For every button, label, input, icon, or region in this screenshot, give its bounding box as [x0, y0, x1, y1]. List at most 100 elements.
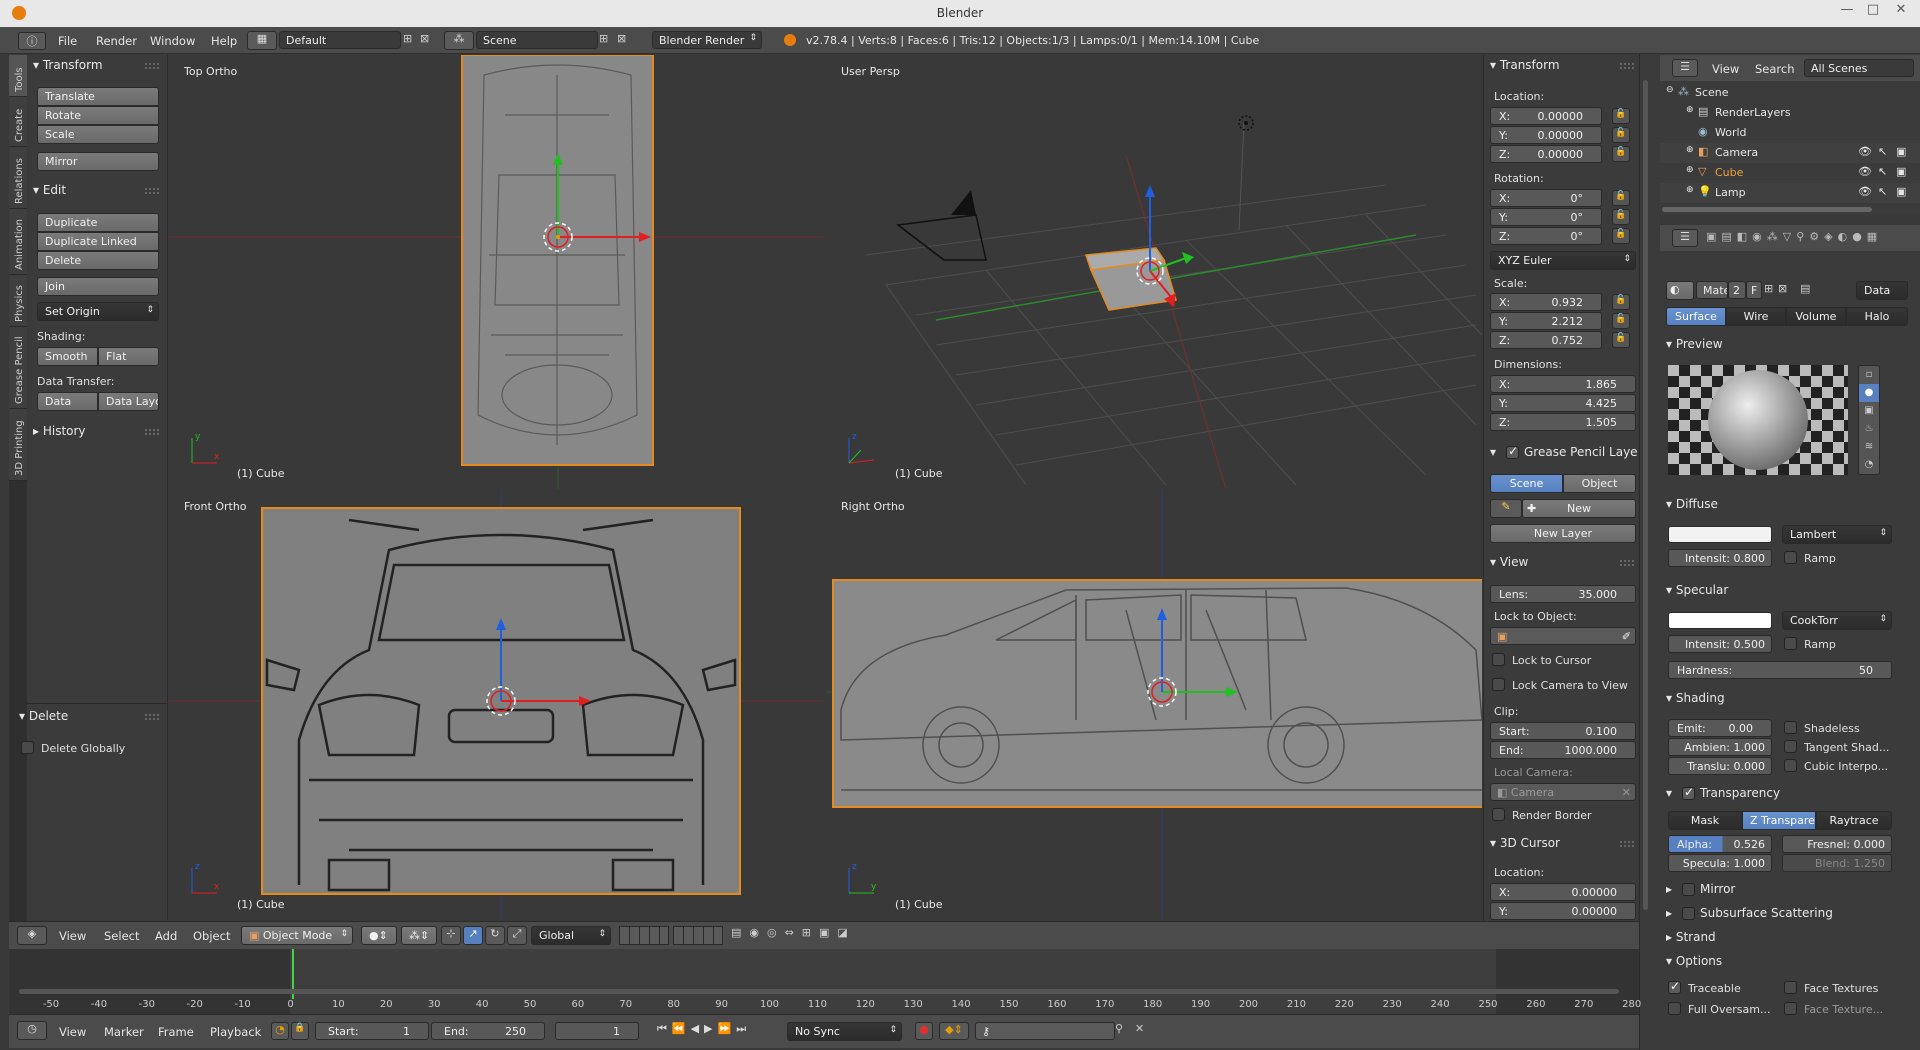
transparency-checkbox[interactable] — [1682, 785, 1695, 800]
render-border-checkbox[interactable] — [1492, 808, 1505, 821]
emit-field[interactable]: Emit: 0.00 — [1668, 719, 1772, 737]
viewport-top-ortho[interactable]: yx Top Ortho (1) Cube — [169, 55, 824, 489]
data-link-dropdown[interactable]: Data — [1856, 281, 1908, 300]
outliner-filter-dropdown[interactable]: All Scenes — [1804, 59, 1914, 77]
delete-button[interactable]: Delete — [37, 251, 159, 270]
scale-manipulator-icon[interactable]: ⤢ — [507, 926, 527, 945]
cubic-interpolation-checkbox[interactable] — [1784, 759, 1797, 772]
sync-dropdown[interactable]: No Sync ⇕ — [787, 1022, 902, 1041]
menu-select[interactable]: Select — [104, 929, 139, 943]
current-frame-field[interactable]: 1 — [555, 1022, 639, 1040]
strand-header[interactable]: ▸ Strand — [1666, 930, 1716, 944]
lock-icon[interactable]: 🔓 — [1612, 108, 1630, 124]
expand-icon[interactable]: ⊕ — [1686, 165, 1694, 175]
rotate-button[interactable]: Rotate — [37, 106, 159, 125]
3d-view-editor-icon[interactable]: ◈ — [17, 926, 47, 945]
scene-add-icon[interactable]: ⊞ — [599, 32, 608, 45]
menu-add[interactable]: Add — [155, 929, 177, 943]
gp-object-button[interactable]: Object — [1563, 474, 1636, 493]
delete-globally-checkbox[interactable] — [21, 741, 34, 754]
outliner-view-menu[interactable]: View — [1712, 62, 1739, 76]
gp-new-layer-button[interactable]: New Layer — [1490, 524, 1636, 543]
transparency-header[interactable]: ▾ — [1666, 786, 1672, 800]
panel-grip-icon[interactable] — [1620, 841, 1634, 847]
transform-panel-header[interactable]: ▾ Transform — [33, 58, 103, 72]
specular-color-swatch[interactable] — [1668, 612, 1772, 629]
viewport-front-ortho[interactable]: zx Front Ortho (1) Cube — [169, 490, 824, 920]
face-texture-alpha-checkbox[interactable] — [1784, 1002, 1797, 1015]
outliner-scrollbar[interactable] — [1662, 207, 1872, 212]
clip-start-field[interactable]: Start: 0.100 — [1490, 722, 1636, 740]
expand-icon[interactable]: ⊕ — [1686, 145, 1694, 155]
render-engine-dropdown[interactable]: Blender Render ⇕ — [652, 31, 762, 49]
shading-header[interactable]: ▾ Shading — [1666, 691, 1725, 705]
specular-intensity-field[interactable]: Intensit: 0.500 — [1668, 635, 1772, 653]
duplicate-linked-button[interactable]: Duplicate Linked — [37, 232, 159, 251]
lock-range-icon[interactable]: 🔒 — [291, 1022, 309, 1040]
outliner-item-cube[interactable]: ⊕ ▽ Cube 👁 ↖ ▣ — [1660, 163, 1920, 183]
layout-icon[interactable]: ▦ — [247, 31, 277, 50]
visibility-icon[interactable]: 👁 — [1858, 145, 1872, 158]
rotation-y-field[interactable]: Y: 0° — [1490, 208, 1602, 226]
material-name-field[interactable]: Mate — [1696, 281, 1728, 299]
lock-icon[interactable]: 🔓 — [1612, 190, 1630, 206]
operator-panel-header[interactable]: ▾ Delete — [19, 709, 68, 723]
material-users-field[interactable]: 2 — [1728, 281, 1746, 299]
rotate-manipulator-icon[interactable]: ↻ — [485, 926, 505, 945]
translate-manipulator-icon[interactable]: ↗ — [463, 926, 483, 945]
grease-pencil-header[interactable]: ▾ — [1490, 445, 1496, 459]
outliner-item-world[interactable]: ◉ World — [1660, 123, 1920, 143]
outliner-item-lamp[interactable]: ⊕ 💡 Lamp 👁 ↖ ▣ — [1660, 183, 1920, 203]
close-icon[interactable]: ✕ — [1890, 2, 1912, 22]
tab-grease-pencil[interactable]: Grease Pencil — [9, 327, 27, 409]
dimension-z-field[interactable]: Z: 1.505 — [1490, 413, 1636, 431]
transparency-mask-button[interactable]: Mask — [1668, 811, 1742, 830]
gp-new-button[interactable]: ✚ New — [1522, 499, 1636, 518]
lock-icon[interactable]: 🔓 — [1612, 313, 1630, 329]
clear-icon[interactable]: ✕ — [1622, 786, 1631, 799]
expand-icon[interactable]: ⊕ — [1686, 185, 1694, 195]
specular-header[interactable]: ▾ Specular — [1666, 583, 1728, 597]
mirror-checkbox[interactable] — [1682, 883, 1695, 896]
menu-render[interactable]: Render — [96, 34, 137, 48]
visibility-icon[interactable]: 👁 — [1858, 165, 1872, 178]
browse-icon[interactable]: ▤ — [1800, 282, 1810, 295]
scene-remove-icon[interactable]: ⊠ — [617, 32, 626, 45]
duplicate-button[interactable]: Duplicate — [37, 213, 159, 232]
dimension-y-field[interactable]: Y: 4.425 — [1490, 394, 1636, 412]
dimension-x-field[interactable]: X: 1.865 — [1490, 375, 1636, 393]
cursor-x-field[interactable]: X: 0.00000 — [1490, 883, 1636, 901]
specular-ramp-checkbox[interactable] — [1784, 637, 1797, 650]
fresnel-field[interactable]: Fresnel: 0.000 — [1782, 835, 1892, 853]
scale-x-field[interactable]: X: 0.932 — [1490, 293, 1602, 311]
scene-field[interactable]: Scene — [476, 31, 598, 49]
menu-view[interactable]: View — [59, 929, 86, 943]
manipulator-icon[interactable]: ⊹ — [441, 926, 461, 945]
preview-header[interactable]: ▾ Preview — [1666, 337, 1723, 351]
end-frame-field[interactable]: End: 250 — [431, 1022, 545, 1040]
menu-window[interactable]: Window — [150, 34, 195, 48]
preview-range-icon[interactable]: ◔ — [271, 1022, 289, 1040]
lock-icon[interactable]: 🔓 — [1612, 332, 1630, 348]
tab-animation[interactable]: Animation — [9, 209, 27, 275]
layout-remove-icon[interactable]: ⊠ — [420, 32, 429, 45]
hardness-field[interactable]: Hardness: 50 — [1668, 661, 1892, 679]
tab-tools[interactable]: Tools — [9, 55, 27, 97]
menu-playback[interactable]: Playback — [210, 1025, 261, 1039]
menu-marker[interactable]: Marker — [104, 1025, 144, 1039]
translate-button[interactable]: Translate — [37, 87, 159, 106]
ambient-field[interactable]: Ambien: 1.000 — [1668, 738, 1772, 756]
outliner-search-menu[interactable]: Search — [1755, 62, 1795, 76]
viewport-right-ortho[interactable]: zy Right Ortho (1) Cube — [826, 490, 1482, 920]
outliner-item-renderlayers[interactable]: ⊕ ▤ RenderLayers — [1660, 103, 1920, 123]
view-header[interactable]: ▾ View — [1490, 555, 1528, 569]
lock-object-field[interactable]: ▣ ✐ — [1490, 627, 1636, 645]
timeline[interactable]: -50 -40 -30 -20 -10 0 10 20 30 40 50 60 70 80 90 100 110… — [9, 949, 1641, 1024]
panel-grip-icon[interactable] — [1620, 63, 1634, 69]
tab-volume[interactable]: Volume — [1786, 307, 1846, 326]
properties-editor-icon[interactable]: ☰ — [1672, 229, 1698, 247]
mirror-header[interactable]: ▸ — [1666, 882, 1672, 896]
render-icon[interactable]: ▣ — [1896, 165, 1906, 178]
add-material-icon[interactable]: ⊞ — [1764, 282, 1773, 295]
outliner-item-camera[interactable]: ⊕ ◧ Camera 👁 ↖ ▣ — [1660, 143, 1920, 163]
